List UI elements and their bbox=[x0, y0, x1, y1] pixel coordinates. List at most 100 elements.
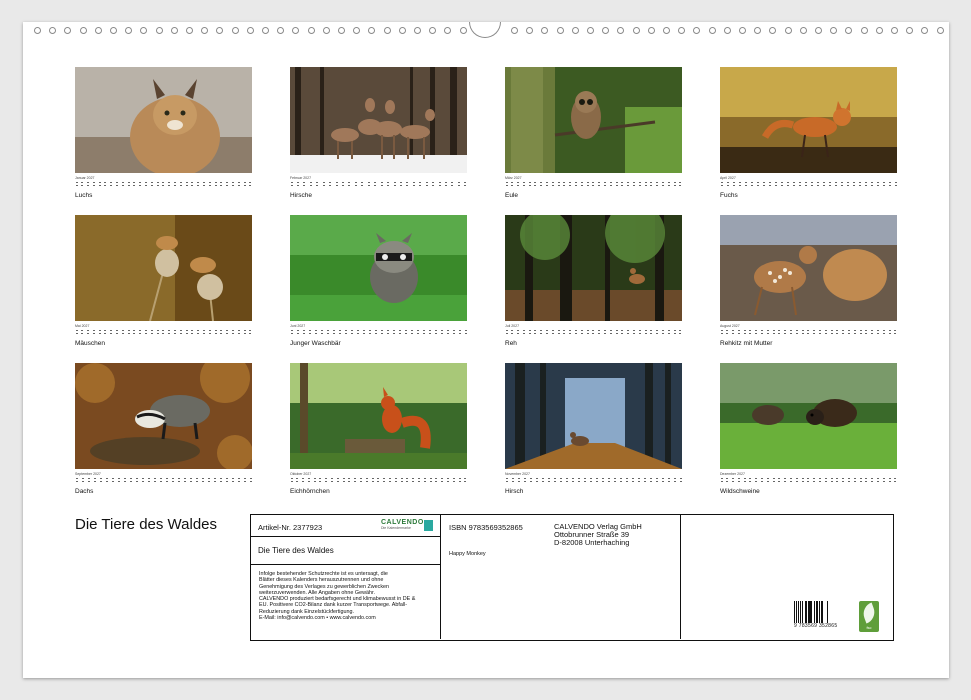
day-mark bbox=[81, 330, 84, 337]
day-mark bbox=[662, 330, 665, 337]
day-mark bbox=[185, 330, 188, 337]
day-mark bbox=[440, 330, 443, 337]
day-mark bbox=[133, 330, 136, 337]
day-mark bbox=[87, 330, 90, 337]
binding-ring bbox=[617, 27, 625, 34]
day-mark bbox=[546, 182, 549, 189]
month-caption: Wildschweine bbox=[720, 488, 760, 495]
binding-ring bbox=[429, 27, 437, 34]
day-mark bbox=[865, 478, 868, 485]
day-mark bbox=[243, 182, 246, 189]
day-mark bbox=[828, 182, 831, 189]
day-mark bbox=[834, 182, 837, 189]
day-mark bbox=[214, 182, 217, 189]
binding-ring bbox=[398, 27, 406, 34]
binding-ring bbox=[231, 27, 239, 34]
day-mark bbox=[225, 478, 228, 485]
raccoon-photo bbox=[290, 215, 467, 321]
day-mark bbox=[871, 478, 874, 485]
month-label: August 2027 bbox=[720, 324, 740, 328]
day-mark bbox=[435, 478, 438, 485]
day-mark bbox=[749, 478, 752, 485]
day-mark bbox=[104, 330, 107, 337]
day-mark bbox=[368, 330, 371, 337]
day-mark bbox=[464, 182, 467, 189]
day-mark bbox=[604, 330, 607, 337]
day-mark bbox=[830, 478, 833, 485]
day-mark bbox=[303, 182, 306, 189]
day-mark bbox=[207, 478, 210, 485]
day-mark bbox=[121, 182, 124, 189]
day-grid bbox=[505, 182, 682, 189]
day-mark bbox=[546, 330, 549, 337]
day-mark bbox=[92, 182, 95, 189]
month-caption: Eichhörnchen bbox=[290, 488, 330, 495]
day-mark bbox=[237, 478, 240, 485]
day-mark bbox=[374, 182, 377, 189]
day-mark bbox=[183, 478, 186, 485]
day-mark bbox=[329, 182, 332, 189]
day-mark bbox=[644, 330, 647, 337]
article-number: Artikel-Nr. 2377923 bbox=[258, 523, 323, 532]
day-mark bbox=[406, 478, 409, 485]
day-mark bbox=[871, 330, 874, 337]
day-mark bbox=[123, 478, 126, 485]
binding-ring bbox=[708, 27, 716, 34]
day-mark bbox=[679, 330, 682, 337]
day-mark bbox=[393, 182, 396, 189]
day-grid bbox=[290, 478, 467, 485]
day-mark bbox=[458, 478, 461, 485]
lynx-photo bbox=[75, 67, 252, 173]
day-mark bbox=[720, 330, 723, 337]
day-mark bbox=[577, 478, 580, 485]
day-mark bbox=[326, 330, 329, 337]
day-mark bbox=[762, 182, 765, 189]
owl-photo bbox=[505, 67, 682, 173]
day-mark bbox=[87, 478, 90, 485]
day-mark bbox=[458, 330, 461, 337]
day-mark bbox=[243, 478, 246, 485]
day-mark bbox=[774, 182, 777, 189]
day-mark bbox=[99, 478, 102, 485]
binding-ring bbox=[125, 27, 133, 34]
day-mark bbox=[517, 182, 520, 189]
binding-ring bbox=[921, 27, 929, 34]
day-mark bbox=[743, 478, 746, 485]
day-mark bbox=[894, 478, 897, 485]
binding-ring bbox=[262, 27, 269, 34]
day-mark bbox=[586, 330, 589, 337]
day-mark bbox=[296, 182, 299, 189]
binding-ring bbox=[79, 27, 87, 34]
day-mark bbox=[314, 330, 317, 337]
month-cell: April 2027 Fuchs bbox=[720, 67, 897, 199]
binding-ring bbox=[140, 27, 148, 34]
day-mark bbox=[121, 330, 124, 337]
day-mark bbox=[609, 182, 612, 189]
day-mark bbox=[226, 182, 229, 189]
day-grid bbox=[505, 330, 682, 337]
day-mark bbox=[644, 182, 647, 189]
day-mark bbox=[249, 478, 252, 485]
month-caption: Dachs bbox=[75, 488, 94, 495]
day-mark bbox=[563, 330, 566, 337]
day-mark bbox=[422, 330, 425, 337]
day-mark bbox=[749, 330, 752, 337]
binding-ring bbox=[277, 27, 285, 34]
day-mark bbox=[732, 182, 735, 189]
barcode: 9 783569 352865 bbox=[794, 601, 846, 629]
day-mark bbox=[511, 330, 514, 337]
day-mark bbox=[145, 330, 148, 337]
day-mark bbox=[601, 478, 604, 485]
day-mark bbox=[332, 330, 335, 337]
binding-ring bbox=[170, 27, 178, 34]
month-cell: Juli 2027 Reh bbox=[505, 215, 682, 347]
day-mark bbox=[383, 478, 386, 485]
day-mark bbox=[894, 182, 897, 189]
binding-ring bbox=[678, 27, 686, 34]
day-mark bbox=[197, 330, 200, 337]
day-mark bbox=[219, 478, 222, 485]
day-mark bbox=[761, 330, 764, 337]
day-mark bbox=[592, 182, 595, 189]
day-mark bbox=[638, 330, 641, 337]
month-label: November 2027 bbox=[505, 472, 530, 476]
